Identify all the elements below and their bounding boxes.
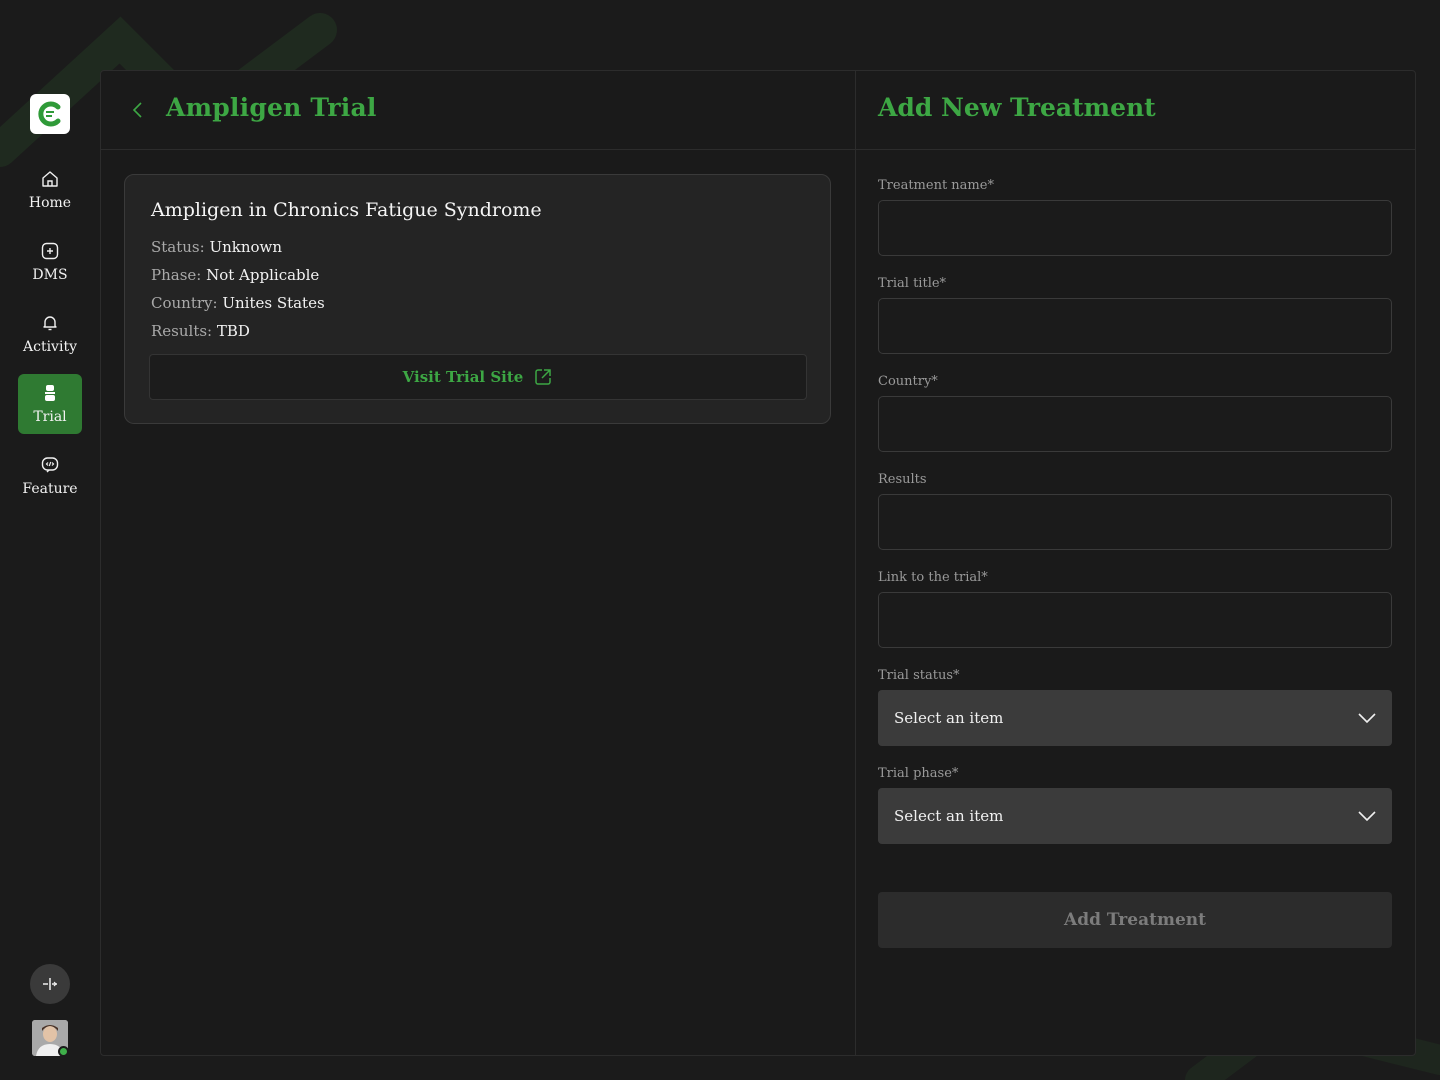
results-input[interactable] (878, 494, 1392, 550)
results-field-label: Results (878, 472, 927, 487)
treatment-name-input[interactable] (878, 200, 1392, 256)
trial-phase-label: Trial phase* (878, 766, 959, 781)
code-bubble-icon (41, 457, 59, 473)
sidebar: Home DMS Activity Trial Feature (0, 0, 100, 1080)
trial-link-label: Link to the trial* (878, 570, 988, 585)
main-panel: Ampligen Trial Ampligen in Chronics Fati… (100, 70, 1416, 1056)
trial-phase-row: Phase: Not Applicable (151, 266, 319, 284)
treatment-name-label: Treatment name* (878, 178, 994, 193)
plus-square-icon (41, 242, 59, 260)
chevron-left-icon (132, 102, 142, 118)
trial-results-row: Results: TBD (151, 322, 250, 340)
flask-icon (45, 385, 55, 401)
trial-title: Ampligen in Chronics Fatigue Syndrome (151, 199, 542, 221)
trial-country-row: Country: Unites States (151, 294, 325, 312)
bell-icon (43, 316, 57, 331)
phase-label: Phase: (151, 266, 202, 284)
country-input[interactable] (878, 396, 1392, 452)
sidebar-item-label: DMS (32, 267, 68, 283)
sidebar-item-label: Feature (22, 481, 78, 497)
trial-status-select[interactable]: Select an item (878, 690, 1392, 746)
trial-status-row: Status: Unknown (151, 238, 282, 256)
status-label: Status: (151, 238, 205, 256)
trial-title-label: Trial title* (878, 276, 947, 291)
status-value: Unknown (209, 238, 283, 256)
trial-phase-selected: Select an item (894, 807, 1004, 825)
visit-trial-site-label: Visit Trial Site (402, 368, 524, 386)
country-field-label: Country* (878, 374, 938, 389)
sidebar-item-label: Home (28, 195, 72, 211)
visit-trial-site-button[interactable]: Visit Trial Site (149, 354, 807, 400)
sidebar-item-label: Trial (33, 409, 67, 425)
results-label: Results: (151, 322, 213, 340)
app-logo[interactable] (30, 94, 70, 134)
trial-status-label: Trial status* (878, 668, 960, 683)
sidebar-item-dms[interactable]: DMS (18, 232, 82, 292)
sidebar-item-home[interactable]: Home (18, 160, 82, 220)
online-status-dot (58, 1046, 69, 1057)
phase-value: Not Applicable (206, 266, 320, 284)
back-button[interactable] (127, 99, 147, 121)
page-title: Ampligen Trial (166, 93, 377, 122)
sidebar-item-feature[interactable]: Feature (18, 446, 82, 506)
external-link-icon (535, 369, 552, 385)
sidebar-item-trial[interactable]: Trial (18, 374, 82, 434)
trial-status-selected: Select an item (894, 709, 1004, 727)
header-divider (101, 149, 1415, 150)
chevron-down-icon (1358, 811, 1376, 822)
trial-card: Ampligen in Chronics Fatigue Syndrome St… (124, 174, 831, 424)
collapse-icon (43, 978, 57, 990)
sidebar-item-activity[interactable]: Activity (18, 304, 82, 364)
results-value: TBD (216, 322, 250, 340)
form-title: Add New Treatment (878, 93, 1156, 122)
trial-title-input[interactable] (878, 298, 1392, 354)
collapse-sidebar-button[interactable] (30, 964, 70, 1004)
home-icon (42, 171, 58, 187)
logo-icon (38, 101, 61, 127)
trial-phase-select[interactable]: Select an item (878, 788, 1392, 844)
add-treatment-button[interactable]: Add Treatment (878, 892, 1392, 948)
sidebar-item-label: Activity (23, 339, 77, 355)
chevron-down-icon (1358, 713, 1376, 724)
country-value: Unites States (222, 294, 325, 312)
trial-link-input[interactable] (878, 592, 1392, 648)
column-divider (855, 71, 856, 1055)
country-label: Country: (151, 294, 218, 312)
